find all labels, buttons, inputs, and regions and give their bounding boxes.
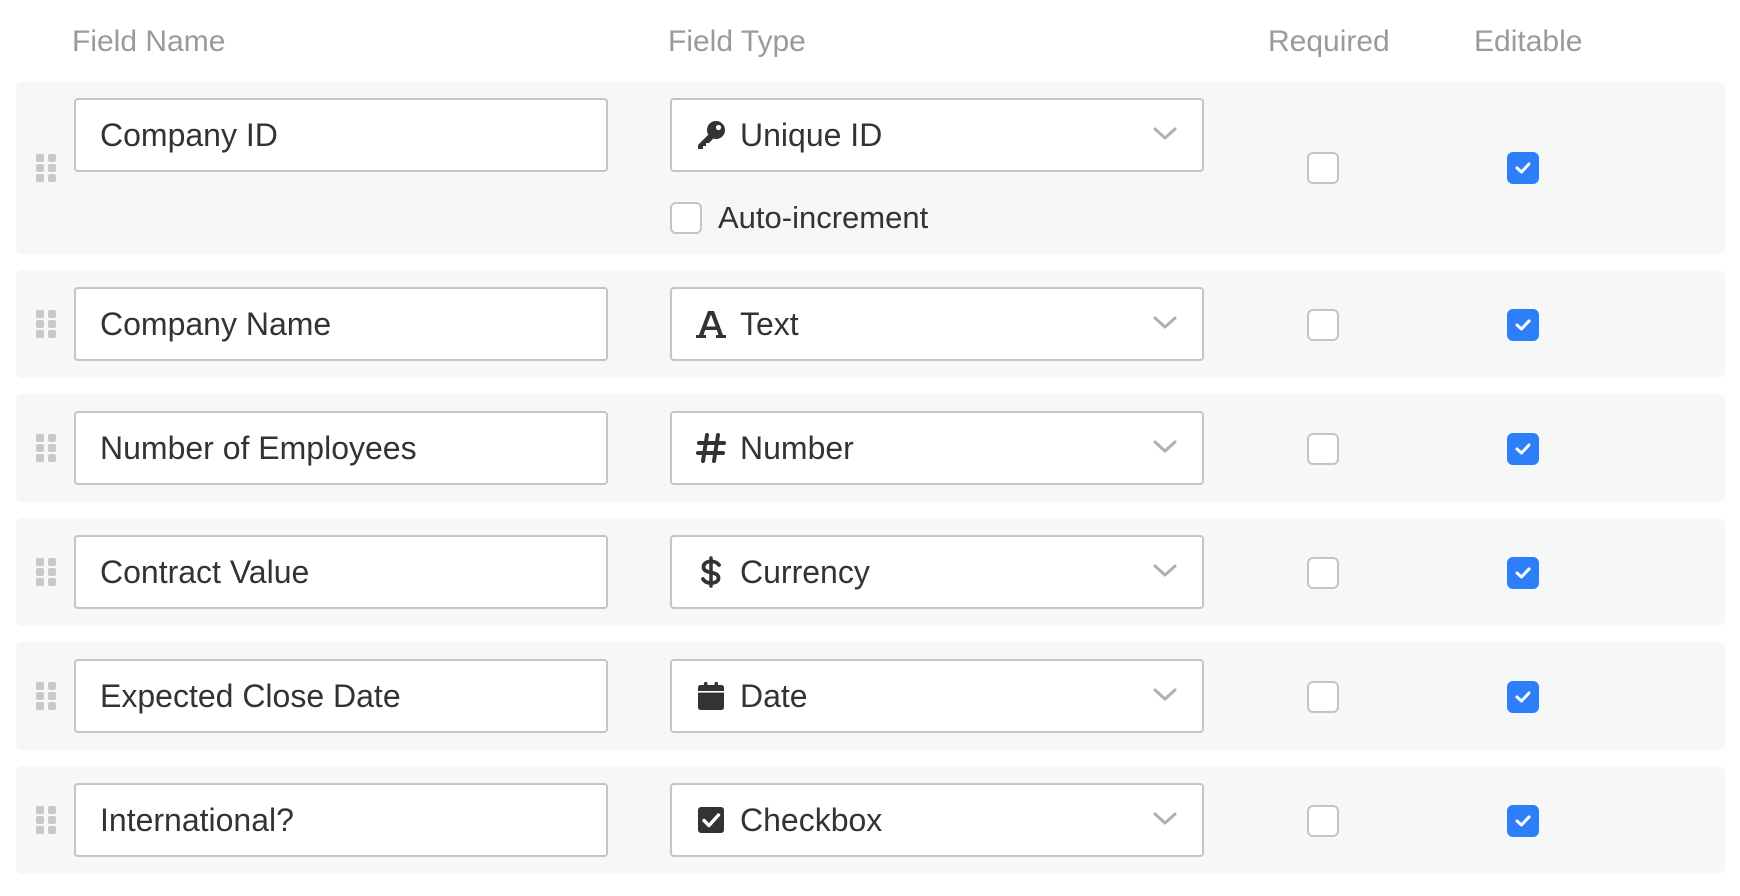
- field-type-label: Unique ID: [740, 116, 883, 153]
- field-type-select[interactable]: Checkbox: [670, 783, 1204, 857]
- field-name-input[interactable]: [74, 783, 608, 857]
- field-name-input[interactable]: [74, 659, 608, 733]
- field-name-input[interactable]: [74, 287, 608, 361]
- chevron-down-icon: [1153, 564, 1177, 577]
- editable-checkbox[interactable]: [1507, 433, 1539, 465]
- required-checkbox[interactable]: [1307, 681, 1339, 713]
- chevron-down-icon: [1153, 812, 1177, 825]
- field-type-label: Checkbox: [740, 801, 883, 838]
- checkmark-icon: [1515, 567, 1531, 579]
- editable-checkbox[interactable]: [1507, 557, 1539, 589]
- field-row-expected-close-date: Date: [16, 642, 1725, 750]
- editable-checkbox[interactable]: [1507, 681, 1539, 713]
- required-checkbox[interactable]: [1307, 805, 1339, 837]
- checkmark-icon: [1515, 443, 1531, 455]
- editable-checkbox[interactable]: [1507, 309, 1539, 341]
- required-checkbox[interactable]: [1307, 309, 1339, 341]
- auto-increment-checkbox[interactable]: [670, 202, 702, 234]
- drag-handle-icon[interactable]: [36, 806, 56, 834]
- header-field-type: Field Type: [668, 25, 806, 58]
- field-row-number-of-employees: Number: [16, 394, 1725, 502]
- key-icon: [694, 118, 728, 152]
- required-checkbox[interactable]: [1307, 152, 1339, 184]
- field-type-label: Date: [740, 677, 808, 714]
- auto-increment-label: Auto-increment: [718, 200, 929, 235]
- editable-checkbox[interactable]: [1507, 152, 1539, 184]
- hash-icon: [694, 431, 728, 465]
- checkbox-icon: [694, 803, 728, 837]
- field-type-select[interactable]: Number: [670, 411, 1204, 485]
- checkmark-icon: [1515, 319, 1531, 331]
- drag-handle-icon[interactable]: [36, 558, 56, 586]
- editable-checkbox[interactable]: [1507, 805, 1539, 837]
- field-row-company-id: Unique ID Auto-increment: [16, 82, 1725, 254]
- drag-handle-icon[interactable]: [36, 154, 56, 182]
- header-required: Required: [1268, 25, 1390, 58]
- field-row-contract-value: Currency: [16, 518, 1725, 626]
- field-row-international: Checkbox: [16, 766, 1725, 874]
- chevron-down-icon: [1153, 127, 1177, 140]
- field-type-select[interactable]: Date: [670, 659, 1204, 733]
- checkmark-icon: [1515, 815, 1531, 827]
- field-row-company-name: Text: [16, 270, 1725, 378]
- field-type-select[interactable]: Currency: [670, 535, 1204, 609]
- field-type-label: Text: [740, 305, 799, 342]
- drag-handle-icon[interactable]: [36, 310, 56, 338]
- checkmark-icon: [1515, 162, 1531, 174]
- checkmark-icon: [1515, 691, 1531, 703]
- chevron-down-icon: [1153, 440, 1177, 453]
- field-name-input[interactable]: [74, 535, 608, 609]
- field-type-label: Number: [740, 429, 854, 466]
- required-checkbox[interactable]: [1307, 557, 1339, 589]
- header-field-name: Field Name: [72, 25, 226, 58]
- chevron-down-icon: [1153, 316, 1177, 329]
- field-name-input[interactable]: [74, 98, 608, 172]
- field-name-input[interactable]: [74, 411, 608, 485]
- calendar-icon: [694, 679, 728, 713]
- field-type-select[interactable]: Unique ID: [670, 98, 1204, 172]
- header-editable: Editable: [1474, 25, 1583, 58]
- field-type-select[interactable]: Text: [670, 287, 1204, 361]
- auto-increment-option[interactable]: Auto-increment: [670, 200, 928, 236]
- drag-handle-icon[interactable]: [36, 682, 56, 710]
- field-type-label: Currency: [740, 553, 870, 590]
- dollar-icon: [694, 555, 728, 589]
- chevron-down-icon: [1153, 688, 1177, 701]
- text-a-icon: [694, 307, 728, 341]
- required-checkbox[interactable]: [1307, 433, 1339, 465]
- drag-handle-icon[interactable]: [36, 434, 56, 462]
